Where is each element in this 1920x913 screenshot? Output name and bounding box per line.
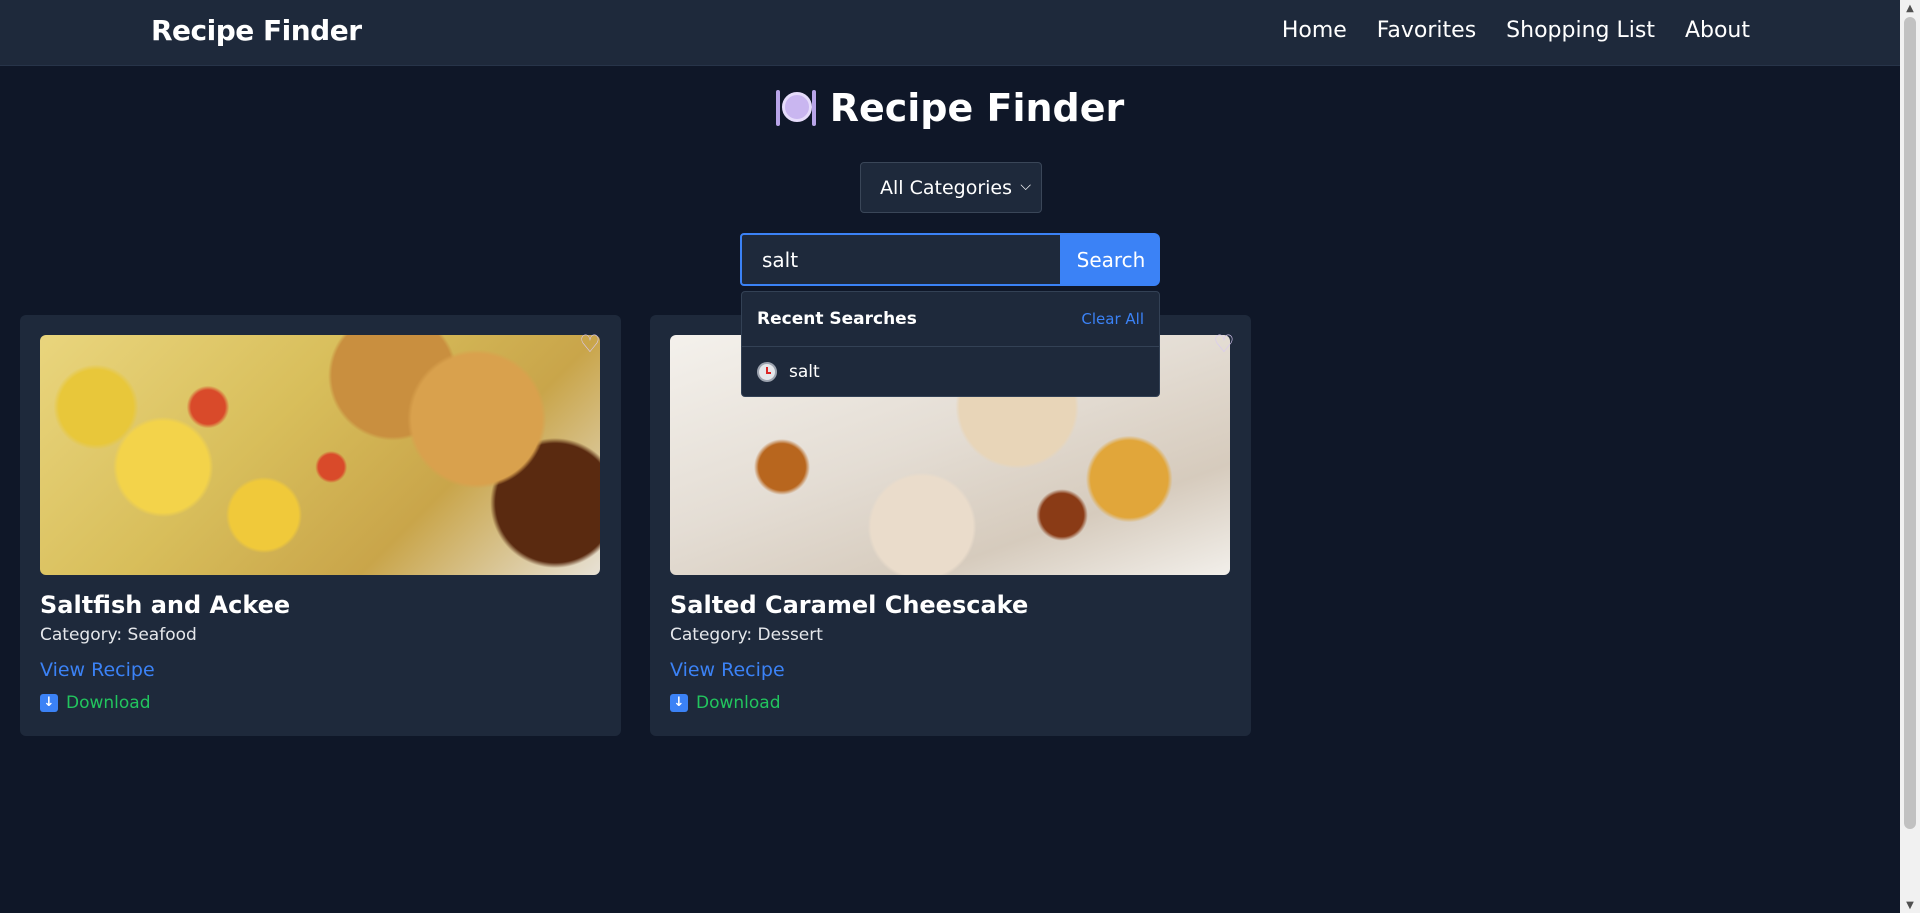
recipe-card: ♡ Saltfish and Ackee Category: Seafood V…: [20, 315, 621, 736]
recipe-title: Salted Caramel Cheescake: [670, 591, 1029, 619]
nav-link-home[interactable]: Home: [1282, 18, 1347, 43]
favorite-heart-icon[interactable]: ♡: [1211, 331, 1237, 357]
recipe-image: [40, 335, 600, 575]
search-button[interactable]: Search: [1062, 233, 1160, 286]
download-link[interactable]: ↓ Download: [670, 693, 781, 713]
recent-searches-header: Recent Searches Clear All: [742, 292, 1159, 347]
scroll-thumb[interactable]: [1904, 17, 1916, 829]
page-header: Recipe Finder: [0, 86, 1900, 130]
search-input[interactable]: [740, 233, 1062, 286]
plate-with-cutlery-icon: [775, 88, 816, 128]
navbar: Recipe Finder Home Favorites Shopping Li…: [0, 0, 1900, 66]
vertical-scrollbar[interactable]: ▲ ▼: [1900, 0, 1920, 913]
page-title: Recipe Finder: [829, 86, 1125, 130]
nav-links: Home Favorites Shopping List About: [1282, 18, 1750, 43]
clock-icon: [757, 362, 777, 382]
download-label: Download: [66, 693, 151, 713]
scroll-up-arrow-icon[interactable]: ▲: [1900, 0, 1920, 16]
brand-logo[interactable]: Recipe Finder: [151, 14, 362, 47]
recent-search-label: salt: [789, 362, 820, 382]
view-recipe-link[interactable]: View Recipe: [40, 659, 155, 681]
recent-search-item[interactable]: salt: [742, 347, 1159, 397]
view-recipe-link[interactable]: View Recipe: [670, 659, 785, 681]
download-link[interactable]: ↓ Download: [40, 693, 151, 713]
download-label: Download: [696, 693, 781, 713]
nav-link-about[interactable]: About: [1685, 18, 1750, 43]
download-arrow-icon: ↓: [670, 694, 688, 712]
chevron-down-icon: ⌵: [1020, 178, 1031, 194]
nav-link-shopping-list[interactable]: Shopping List: [1506, 18, 1655, 43]
recent-searches-title: Recent Searches: [757, 309, 917, 329]
recipe-category: Category: Seafood: [40, 625, 197, 645]
clear-all-button[interactable]: Clear All: [1081, 310, 1144, 328]
recipe-title: Saltfish and Ackee: [40, 591, 291, 619]
category-select[interactable]: All Categories ⌵: [860, 162, 1042, 213]
category-select-value: All Categories: [880, 176, 1013, 199]
recipe-category: Category: Dessert: [670, 625, 823, 645]
favorite-heart-icon[interactable]: ♡: [577, 331, 603, 357]
nav-link-favorites[interactable]: Favorites: [1377, 18, 1476, 43]
scroll-down-arrow-icon[interactable]: ▼: [1900, 897, 1920, 913]
recent-searches-dropdown: Recent Searches Clear All salt: [741, 291, 1160, 397]
download-arrow-icon: ↓: [40, 694, 58, 712]
